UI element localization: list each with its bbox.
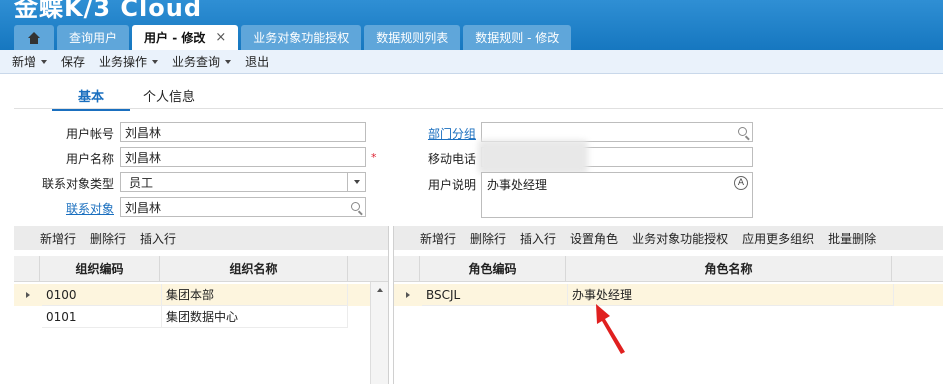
indicator-header (394, 256, 420, 281)
current-row-icon (406, 292, 410, 298)
insert-row-button[interactable]: 插入行 (140, 230, 176, 247)
search-icon[interactable] (738, 127, 747, 136)
vertical-scrollbar[interactable] (370, 282, 388, 384)
tab-data-rule-edit[interactable]: 数据规则 - 修改 (463, 25, 572, 50)
menu-save[interactable]: 保存 (61, 53, 85, 70)
role-code-cell[interactable]: BSCJL (422, 284, 568, 306)
close-icon[interactable]: × (215, 30, 226, 45)
tab-label: 数据规则列表 (376, 31, 449, 45)
arrow-shape (596, 304, 625, 354)
delete-row-button[interactable]: 删除行 (470, 230, 506, 247)
annotation-arrow (596, 304, 625, 354)
tab-label: 查询用户 (69, 31, 118, 45)
field-value: 刘昌林 (125, 200, 162, 215)
menu-label: 业务操作 (99, 55, 148, 69)
field-value: 办事处经理 (487, 178, 548, 192)
menu-label: 新增 (12, 55, 37, 69)
column-header[interactable]: 角色编码 (420, 256, 566, 281)
right-grid-toolbar: 新增行 删除行 插入行 设置角色 业务对象功能授权 应用更多组织 批量删除 (394, 226, 943, 250)
desc-label: 用户说明 (427, 178, 476, 192)
required-marker: * (371, 151, 377, 164)
tab-query-user[interactable]: 查询用户 (57, 25, 130, 50)
redaction-blur (478, 140, 588, 174)
tab-label: 业务对象功能授权 (253, 31, 350, 45)
menu-new[interactable]: 新增 (12, 53, 48, 70)
header-filler (348, 256, 388, 281)
caret-down-icon (225, 59, 232, 64)
menu-label: 退出 (245, 55, 270, 69)
add-row-button[interactable]: 新增行 (40, 230, 76, 247)
tab-user-edit[interactable]: 用户 - 修改 × (132, 25, 239, 50)
table-row[interactable]: BSCJL 办事处经理 (394, 284, 943, 306)
tab-data-rule-list[interactable]: 数据规则列表 (364, 25, 461, 50)
insert-row-button[interactable]: 插入行 (520, 230, 556, 247)
menu-bar: 新增 保存 业务操作 业务查询 退出 (0, 50, 943, 74)
delete-row-button[interactable]: 删除行 (90, 230, 126, 247)
field-value: 刘昌林 (125, 125, 162, 140)
contact-field[interactable]: 刘昌林 (120, 197, 366, 217)
header-filler (892, 256, 943, 281)
org-name-cell[interactable]: 集团本部 (162, 284, 348, 306)
left-grid-toolbar: 新增行 删除行 插入行 (14, 226, 388, 250)
menu-business-ops[interactable]: 业务操作 (99, 53, 159, 70)
title-bar: 金蝶K/3 Cloud 查询用户 用户 - 修改 × 业务对象功能授权 数据规则… (0, 0, 943, 50)
user-name-field[interactable]: 刘昌林 (120, 147, 366, 167)
dept-field[interactable] (481, 122, 753, 142)
app-logo: 金蝶K/3 Cloud (14, 0, 203, 22)
left-grid-header: 组织编码 组织名称 (14, 256, 388, 282)
column-header[interactable]: 组织名称 (160, 256, 348, 281)
menu-exit[interactable]: 退出 (245, 53, 269, 70)
business-auth-button[interactable]: 业务对象功能授权 (632, 230, 728, 247)
apply-more-orgs-button[interactable]: 应用更多组织 (742, 230, 814, 247)
tab-home[interactable] (14, 25, 54, 50)
menu-business-query[interactable]: 业务查询 (172, 53, 232, 70)
caret-down-icon (41, 59, 48, 64)
tab-strip: 查询用户 用户 - 修改 × 业务对象功能授权 数据规则列表 数据规则 - 修改 (14, 25, 572, 50)
org-name-cell[interactable]: 集团数据中心 (162, 306, 348, 328)
contact-type-select[interactable]: 员工 (120, 172, 366, 192)
divider (14, 108, 943, 109)
add-row-button[interactable]: 新增行 (420, 230, 456, 247)
desc-textarea[interactable]: 办事处经理 A (481, 172, 753, 218)
column-header[interactable]: 角色名称 (566, 256, 892, 281)
home-icon (28, 31, 40, 44)
table-row[interactable]: 0101 集团数据中心 (14, 306, 370, 328)
contact-label[interactable]: 联系对象 (30, 200, 114, 217)
column-header[interactable]: 组织编码 (40, 256, 160, 281)
tab-label: 用户 - 修改 (144, 31, 206, 45)
search-icon[interactable] (351, 202, 360, 211)
batch-delete-button[interactable]: 批量删除 (828, 230, 876, 247)
phone-label: 移动电话 (427, 152, 476, 166)
user-account-field[interactable]: 刘昌林 (120, 122, 366, 142)
current-row-icon (26, 292, 30, 298)
multilang-icon[interactable]: A (734, 176, 748, 190)
user-name-label: 用户名称 (65, 152, 114, 166)
menu-label: 业务查询 (172, 55, 221, 69)
dropdown-button[interactable] (347, 173, 365, 191)
caret-down-icon (353, 180, 360, 184)
scroll-up-icon[interactable] (376, 288, 383, 292)
indicator-header (14, 256, 40, 281)
row-indicator (14, 306, 42, 328)
tab-label: 数据规则 - 修改 (475, 31, 560, 45)
org-code-cell[interactable]: 0100 (42, 284, 162, 306)
caret-down-icon (152, 59, 159, 64)
contact-type-label: 联系对象类型 (41, 177, 114, 191)
org-code-cell[interactable]: 0101 (42, 306, 162, 328)
field-value: 员工 (129, 175, 154, 190)
row-indicator (14, 284, 42, 306)
right-grid-header: 角色编码 角色名称 (394, 256, 943, 282)
field-value: 刘昌林 (125, 150, 162, 165)
dept-label[interactable]: 部门分组 (400, 125, 476, 142)
row-indicator (394, 284, 422, 306)
tab-business-auth[interactable]: 业务对象功能授权 (241, 25, 362, 50)
set-role-button[interactable]: 设置角色 (570, 230, 618, 247)
menu-label: 保存 (61, 55, 86, 69)
table-row[interactable]: 0100 集团本部 (14, 284, 370, 306)
user-account-label: 用户帐号 (65, 127, 114, 141)
